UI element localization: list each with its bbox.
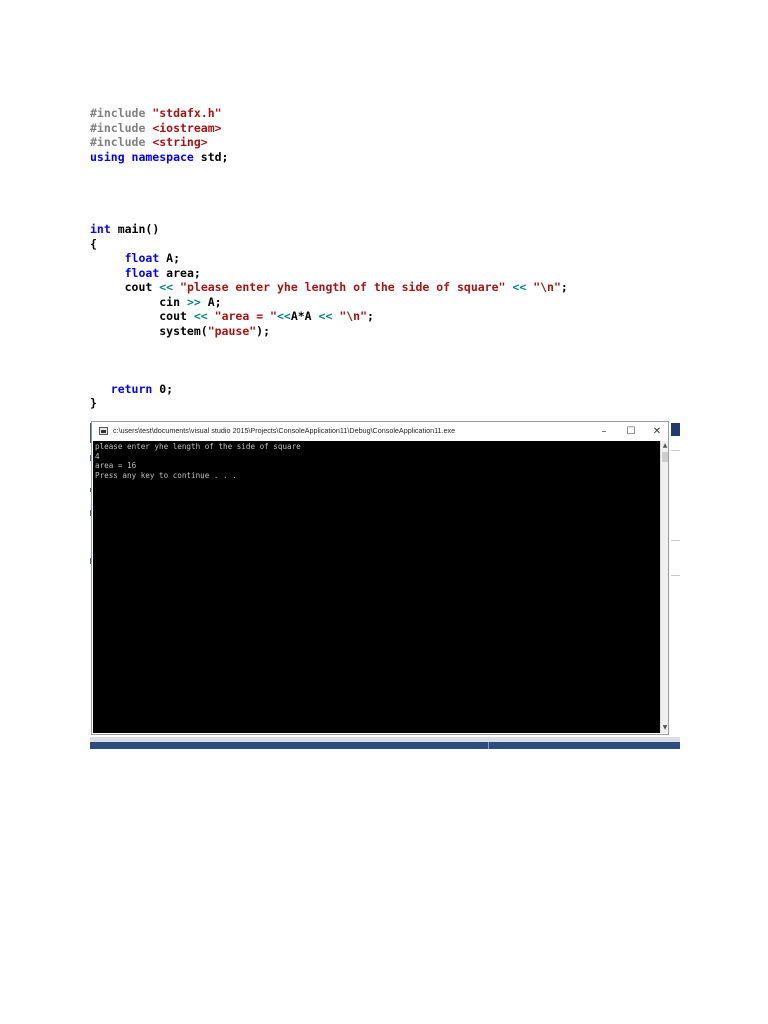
code-token: A*A	[290, 309, 319, 323]
code-token: "stdafx.h"	[152, 106, 222, 120]
code-line: }	[90, 396, 568, 411]
code-line: float A;	[90, 251, 568, 266]
console-scrollbar[interactable]: ▲ ▼	[660, 441, 668, 733]
code-line: {	[90, 237, 568, 252]
code-line: cin >> A;	[90, 295, 568, 310]
ide-status-divider	[488, 742, 489, 749]
console-app-icon[interactable]	[99, 427, 108, 435]
code-token: #include	[90, 135, 153, 149]
code-line: #include <iostream>	[90, 121, 568, 136]
code-token: "please enter yhe length of the side of …	[180, 280, 506, 294]
code-token: {	[90, 236, 97, 251]
code-token: A;	[159, 251, 181, 265]
code-token: main()	[110, 222, 160, 236]
ide-panel-divider	[671, 450, 680, 451]
code-token: <<	[193, 309, 208, 323]
code-line: return 0;	[90, 382, 568, 397]
console-output-line: area = 16	[95, 461, 137, 471]
maximize-button[interactable]: ☐	[618, 423, 644, 440]
console-output-line: please enter yhe length of the side of s…	[95, 442, 301, 451]
code-line: int main()	[90, 222, 568, 237]
code-token: A;	[200, 294, 222, 309]
code-token: 0;	[152, 381, 174, 396]
code-token: >>	[186, 294, 201, 309]
console-output: please enter yhe length of the side of s…	[95, 442, 301, 481]
code-token: <<	[318, 309, 333, 323]
code-token: using namespace	[90, 149, 194, 164]
code-token: "\n"	[533, 280, 561, 294]
code-token: "area = "	[214, 309, 277, 323]
code-token: <<	[512, 280, 527, 294]
code-token: <<	[276, 309, 291, 323]
console-window[interactable]: c:\users\test\documents\visual studio 20…	[91, 421, 669, 735]
code-token: ;	[367, 309, 374, 323]
code-token: "pause"	[207, 323, 257, 338]
code-token: <string>	[152, 135, 208, 149]
code-token: "\n"	[339, 309, 368, 323]
scroll-thumb[interactable]	[662, 452, 668, 462]
code-token: std;	[193, 149, 229, 164]
code-token: cout	[90, 280, 160, 294]
code-token: float	[124, 265, 160, 280]
code-line: #include "stdafx.h"	[90, 106, 568, 121]
console-output-line: Press any key to continue . . .	[95, 471, 237, 481]
console-titlebar[interactable]: c:\users\test\documents\visual studio 20…	[92, 422, 668, 441]
code-line: cout << "please enter yhe length of the …	[90, 280, 568, 295]
code-token: system(	[90, 323, 208, 338]
code-line: #include <string>	[90, 135, 568, 150]
code-token: <<	[159, 280, 174, 294]
code-token: float	[124, 251, 160, 265]
code-token: #include	[90, 120, 153, 135]
close-button[interactable]: ✕	[644, 423, 670, 440]
scroll-up-arrow-icon[interactable]: ▲	[661, 441, 669, 451]
code-token: cout	[90, 309, 194, 323]
code-token: ;	[560, 280, 568, 294]
ide-scrollbar-horizontal[interactable]	[90, 737, 680, 742]
console-output-area[interactable]: please enter yhe length of the side of s…	[93, 441, 660, 733]
code-token: int	[90, 222, 111, 236]
ide-panel-divider	[671, 575, 680, 576]
code-listing: #include "stdafx.h" #include <iostream> #i…	[90, 106, 568, 411]
console-output-line: 4	[95, 451, 100, 461]
scroll-down-arrow-icon[interactable]: ▼	[661, 723, 669, 733]
code-line: system("pause");	[90, 324, 568, 339]
minimize-button[interactable]: –	[591, 423, 617, 440]
ide-panel-divider	[671, 540, 680, 541]
code-token: <iostream>	[152, 120, 222, 135]
code-token: );	[256, 323, 271, 338]
code-line: using namespace std;	[90, 150, 568, 165]
code-token: #include	[90, 106, 153, 120]
code-token: area;	[159, 265, 201, 280]
code-token: return	[110, 381, 153, 396]
console-title: c:\users\test\documents\visual studio 20…	[113, 426, 456, 435]
ide-panel-edge	[671, 423, 680, 436]
code-token: }	[90, 396, 97, 410]
code-token: cin	[90, 294, 187, 309]
code-line: float area;	[90, 266, 568, 281]
code-line: cout << "area = "<<A*A << "\n";	[90, 309, 568, 324]
